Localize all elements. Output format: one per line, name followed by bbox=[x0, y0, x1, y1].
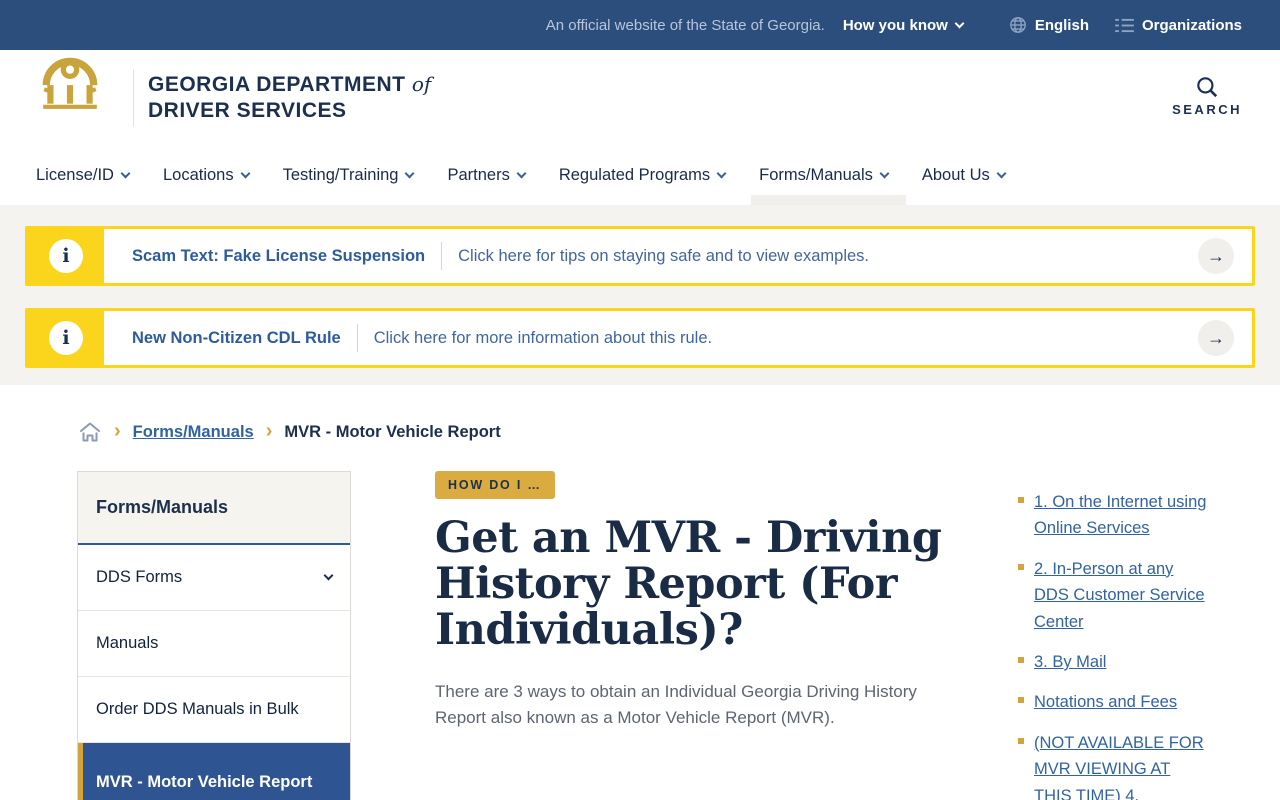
chevron-down-icon bbox=[120, 168, 131, 178]
chevron-down-icon bbox=[405, 168, 415, 178]
alert-description: Click here for more information about th… bbox=[373, 328, 713, 347]
toc-item: (NOT AVAILABLE FOR MVR VIEWING AT THIS T… bbox=[1018, 730, 1210, 800]
home-link[interactable] bbox=[78, 421, 102, 443]
chevron-down-icon bbox=[954, 18, 965, 28]
nav-label: Testing/Training bbox=[282, 165, 399, 184]
brand-line2: DRIVER SERVICES bbox=[148, 98, 347, 122]
sidebar-item-order-dds-manuals-in-bulk[interactable]: Order DDS Manuals in Bulk bbox=[78, 677, 350, 743]
arrow-right-icon[interactable]: → bbox=[1198, 238, 1234, 274]
toc-item: 3. By Mail bbox=[1018, 649, 1210, 675]
nav-item-locations[interactable]: Locations bbox=[162, 145, 251, 205]
state-topbar: An official website of the State of Geor… bbox=[0, 0, 1280, 50]
alert-accent: i bbox=[28, 311, 104, 365]
nav-item-about-us[interactable]: About Us bbox=[921, 145, 1007, 205]
language-menu[interactable]: English bbox=[1009, 16, 1089, 34]
sidebar-item-label: Manuals bbox=[96, 634, 159, 652]
breadcrumb: › Forms/Manuals › MVR - Motor Vehicle Re… bbox=[0, 385, 1280, 443]
nav-label: Locations bbox=[162, 165, 234, 184]
breadcrumb-separator: › bbox=[265, 420, 273, 442]
breadcrumb-separator: › bbox=[114, 420, 121, 442]
toc-link-internet[interactable]: 1. On the Internet using Online Services bbox=[1034, 489, 1210, 542]
bullet-icon bbox=[1018, 563, 1024, 570]
nav-item-testing-training[interactable]: Testing/Training bbox=[282, 145, 415, 205]
nav-item-regulated-programs[interactable]: Regulated Programs bbox=[558, 145, 727, 205]
intro-paragraph: There are 3 ways to obtain an Individual… bbox=[435, 682, 917, 728]
list-icon bbox=[1115, 18, 1134, 32]
language-label: English bbox=[1034, 16, 1089, 34]
main-navigation: License/ID Locations Testing/Training Pa… bbox=[0, 145, 1280, 205]
organizations-menu[interactable]: Organizations bbox=[1115, 17, 1242, 34]
toc-link-by-mail[interactable]: 3. By Mail bbox=[1034, 649, 1106, 675]
nav-item-forms-manuals[interactable]: Forms/Manuals bbox=[751, 145, 906, 205]
page-toc: 1. On the Internet using Online Services… bbox=[1018, 489, 1210, 800]
chevron-down-icon bbox=[716, 168, 727, 178]
alert-banner-scam-text[interactable]: i Scam Text: Fake License Suspension Cli… bbox=[25, 226, 1255, 286]
how-do-i-badge[interactable]: HOW DO I … bbox=[435, 471, 555, 499]
bullet-icon bbox=[1018, 737, 1024, 744]
info-icon: i bbox=[49, 321, 83, 355]
page-title: Get an MVR - Driving History Report (For… bbox=[435, 513, 942, 655]
section-menu-title: Forms/Manuals bbox=[78, 472, 350, 545]
breadcrumb-link-forms-manuals[interactable]: Forms/Manuals bbox=[133, 423, 254, 442]
chevron-down-icon bbox=[240, 168, 251, 178]
sidebar-item-manuals[interactable]: Manuals bbox=[78, 611, 350, 677]
bullet-icon bbox=[1018, 697, 1024, 704]
nav-item-partners[interactable]: Partners bbox=[447, 145, 527, 205]
article: HOW DO I … Get an MVR - Driving History … bbox=[435, 471, 950, 732]
toc-link-in-person[interactable]: 2. In-Person at any DDS Customer Service… bbox=[1034, 556, 1210, 635]
brand-of: of bbox=[411, 72, 432, 97]
nav-label: License/ID bbox=[36, 165, 114, 184]
sidebar-item-label: MVR - Motor Vehicle Report bbox=[96, 772, 313, 791]
brand-line1: GEORGIA DEPARTMENT bbox=[148, 73, 406, 97]
home-icon bbox=[80, 422, 100, 442]
nav-item-license-id[interactable]: License/ID bbox=[36, 145, 131, 205]
toc-link-notations-and-fees[interactable]: Notations and Fees bbox=[1034, 689, 1177, 715]
sidebar-item-mvr-motor-vehicle-report[interactable]: MVR - Motor Vehicle Report bbox=[78, 743, 350, 800]
chevron-down-icon bbox=[879, 168, 890, 178]
search-icon bbox=[1197, 77, 1218, 98]
nav-label: Regulated Programs bbox=[558, 165, 711, 184]
brand-title: GEORGIA DEPARTMENT of DRIVER SERVICES bbox=[133, 68, 432, 127]
toc-item: 2. In-Person at any DDS Customer Service… bbox=[1018, 556, 1210, 635]
chevron-down-icon bbox=[996, 168, 1007, 178]
content-area: Forms/Manuals DDS Forms Manuals Order DD… bbox=[0, 443, 1280, 800]
how-you-know-label: How you know bbox=[842, 16, 948, 34]
section-menu: Forms/Manuals DDS Forms Manuals Order DD… bbox=[77, 471, 351, 800]
nav-label: Forms/Manuals bbox=[759, 165, 873, 184]
site-header: GEORGIA DEPARTMENT of DRIVER SERVICES SE… bbox=[0, 32, 1280, 145]
alert-band: i Scam Text: Fake License Suspension Cli… bbox=[0, 205, 1280, 385]
official-website-text: An official website of the State of Geor… bbox=[545, 16, 825, 34]
info-icon: i bbox=[49, 239, 83, 273]
georgia-arch-icon bbox=[42, 57, 98, 109]
alert-divider bbox=[356, 324, 358, 352]
alert-title: Scam Text: Fake License Suspension bbox=[132, 246, 426, 265]
search-label: SEARCH bbox=[1172, 102, 1242, 117]
alert-accent: i bbox=[28, 229, 104, 283]
chevron-down-icon bbox=[516, 168, 527, 178]
bullet-icon bbox=[1018, 656, 1024, 663]
toc-item: Notations and Fees bbox=[1018, 689, 1210, 715]
sidebar-item-dds-forms[interactable]: DDS Forms bbox=[78, 545, 350, 611]
alert-title: New Non-Citizen CDL Rule bbox=[132, 328, 341, 347]
toc-item: 1. On the Internet using Online Services bbox=[1018, 489, 1210, 542]
how-you-know-button[interactable]: How you know bbox=[842, 16, 965, 34]
nav-label: Partners bbox=[447, 165, 510, 184]
alert-description: Click here for tips on staying safe and … bbox=[458, 246, 870, 265]
sidebar-item-label: DDS Forms bbox=[96, 568, 183, 586]
bullet-icon bbox=[1018, 497, 1024, 503]
sidebar-item-label: Order DDS Manuals in Bulk bbox=[96, 700, 299, 718]
alert-banner-cdl-rule[interactable]: i New Non-Citizen CDL Rule Click here fo… bbox=[25, 308, 1255, 368]
globe-icon bbox=[1009, 17, 1026, 33]
alert-divider bbox=[441, 242, 443, 270]
breadcrumb-current: MVR - Motor Vehicle Report bbox=[284, 422, 501, 441]
toc-link-not-available[interactable]: (NOT AVAILABLE FOR MVR VIEWING AT THIS T… bbox=[1034, 730, 1210, 800]
nav-label: About Us bbox=[921, 165, 990, 184]
search-button[interactable]: SEARCH bbox=[1172, 74, 1242, 117]
arrow-right-icon[interactable]: → bbox=[1198, 320, 1234, 356]
chevron-down-icon bbox=[323, 570, 334, 581]
organizations-label: Organizations bbox=[1141, 16, 1242, 34]
